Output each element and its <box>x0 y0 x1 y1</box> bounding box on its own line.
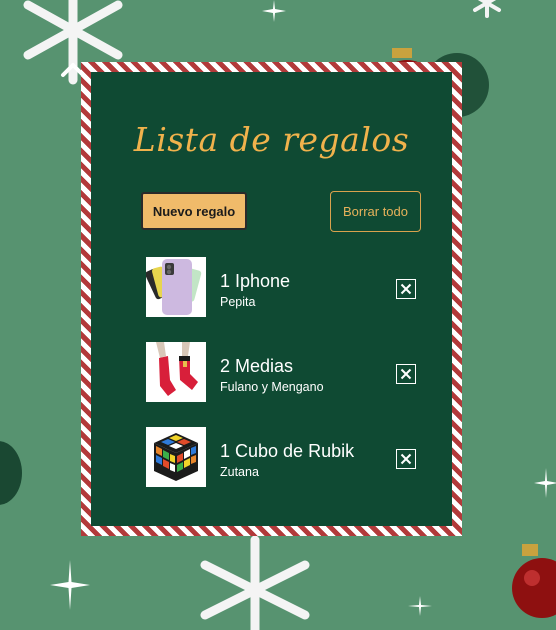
delete-gift-button[interactable] <box>396 364 416 384</box>
ornament-icon <box>512 544 556 618</box>
gift-recipient: Pepita <box>220 295 256 309</box>
gift-item: 1 Cubo de Rubik Zutana <box>146 427 416 487</box>
gift-item: 1 Iphone Pepita <box>146 257 416 317</box>
ornament-icon <box>0 441 22 505</box>
sparkle-decoration-right <box>534 468 556 498</box>
sparkle-icon <box>534 468 556 498</box>
gift-recipient: Fulano y Mengano <box>220 380 324 394</box>
candy-cane-border: Lista de regalos Nuevo regalo Borrar tod… <box>81 62 462 536</box>
new-gift-button[interactable]: Nuevo regalo <box>141 192 247 230</box>
delete-gift-button[interactable] <box>396 279 416 299</box>
gift-title: 1 Iphone <box>220 271 291 291</box>
gift-recipient: Zutana <box>220 465 259 479</box>
delete-gift-button[interactable] <box>396 449 416 469</box>
page-title: Lista de regalos <box>133 120 410 159</box>
snowflake-icon <box>200 535 310 630</box>
socks-image <box>146 342 206 402</box>
close-icon <box>400 453 412 465</box>
gift-title: 2 Medias <box>220 356 294 376</box>
close-icon <box>400 283 412 295</box>
close-icon <box>400 368 412 380</box>
sparkle-decoration-bottom-mid <box>408 596 432 616</box>
snowflake-decoration-top-right <box>470 0 504 18</box>
iphone-image <box>146 257 206 317</box>
sparkle-decoration-top <box>262 0 286 22</box>
gift-list-card: Lista de regalos Nuevo regalo Borrar tod… <box>91 72 452 526</box>
snowflake-icon <box>473 0 501 18</box>
sparkle-decoration-bottom-left <box>50 560 90 610</box>
gift-title: 1 Cubo de Rubik <box>220 441 355 461</box>
sparkle-icon <box>50 560 90 610</box>
clear-all-button[interactable]: Borrar todo <box>330 191 421 232</box>
sparkle-icon <box>262 0 286 22</box>
sparkle-icon <box>408 596 432 616</box>
snowflake-decoration-bottom <box>190 530 320 630</box>
ornament-decoration-bottom-right <box>512 540 556 620</box>
ornament-decoration-left <box>0 438 24 508</box>
gift-item: 2 Medias Fulano y Mengano <box>146 342 416 402</box>
rubik-cube-image <box>146 427 206 487</box>
